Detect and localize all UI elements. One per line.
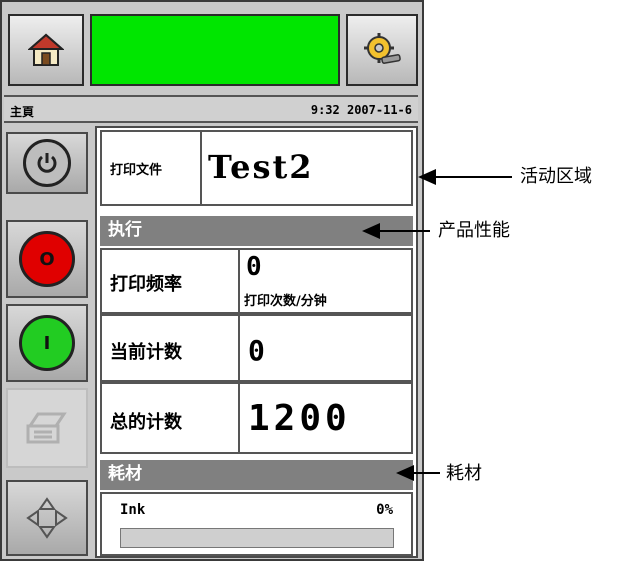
start-button[interactable]: I xyxy=(6,304,88,382)
start-icon: I xyxy=(19,315,75,371)
stop-icon: O xyxy=(19,231,75,287)
ink-level-box: Ink 0% xyxy=(100,492,413,556)
arrow-line xyxy=(434,176,512,178)
ink-label: Ink xyxy=(120,502,146,518)
print-job-label: 打印文件 xyxy=(110,163,163,178)
print-rate-cell: 0 打印次数/分钟 xyxy=(238,248,413,314)
consumables-callout: 耗材 xyxy=(446,463,482,484)
stop-button[interactable]: O xyxy=(6,220,88,298)
arrow-line xyxy=(378,230,430,232)
current-count-cell: 0 xyxy=(238,314,413,382)
settings-button[interactable] xyxy=(346,14,418,86)
info-strip: 主頁 9:32 2007-11-6 xyxy=(4,95,418,123)
performance-callout: 产品性能 xyxy=(438,220,510,241)
power-icon xyxy=(23,139,71,187)
total-count-label: 总的计数 xyxy=(110,412,182,433)
datetime-display: 9:32 2007-11-6 xyxy=(310,103,412,117)
total-count-value: 1200 xyxy=(248,398,351,439)
printer-icon xyxy=(26,412,67,444)
power-button[interactable] xyxy=(6,132,88,194)
print-rate-value: 0 xyxy=(246,252,262,282)
ink-level-bar xyxy=(120,528,394,548)
consumables-header: 耗材 xyxy=(100,460,413,490)
active-area-callout: 活动区域 xyxy=(520,166,592,187)
current-count-label: 当前计数 xyxy=(110,342,182,363)
total-count-cell: 1200 xyxy=(238,382,413,454)
arrows-icon xyxy=(26,497,68,539)
home-button[interactable] xyxy=(8,14,84,86)
arrow-line xyxy=(412,472,440,474)
settings-icon xyxy=(364,33,401,64)
print-job-name: Test2 xyxy=(208,148,314,186)
divider xyxy=(200,132,202,204)
navigation-button[interactable] xyxy=(6,480,88,556)
home-icon xyxy=(28,33,64,66)
status-indicator-bar xyxy=(90,14,340,86)
table-row-label: 打印频率 xyxy=(100,248,240,314)
print-job-box[interactable]: 打印文件 Test2 xyxy=(100,130,413,206)
ink-percent: 0% xyxy=(376,502,393,518)
printer-button[interactable] xyxy=(6,388,88,468)
print-rate-label: 打印频率 xyxy=(110,274,182,295)
table-row-label: 总的计数 xyxy=(100,382,240,454)
table-row-label: 当前计数 xyxy=(100,314,240,382)
current-count-value: 0 xyxy=(248,334,265,367)
page-title: 主頁 xyxy=(10,105,35,119)
print-rate-unit: 打印次数/分钟 xyxy=(244,294,327,309)
